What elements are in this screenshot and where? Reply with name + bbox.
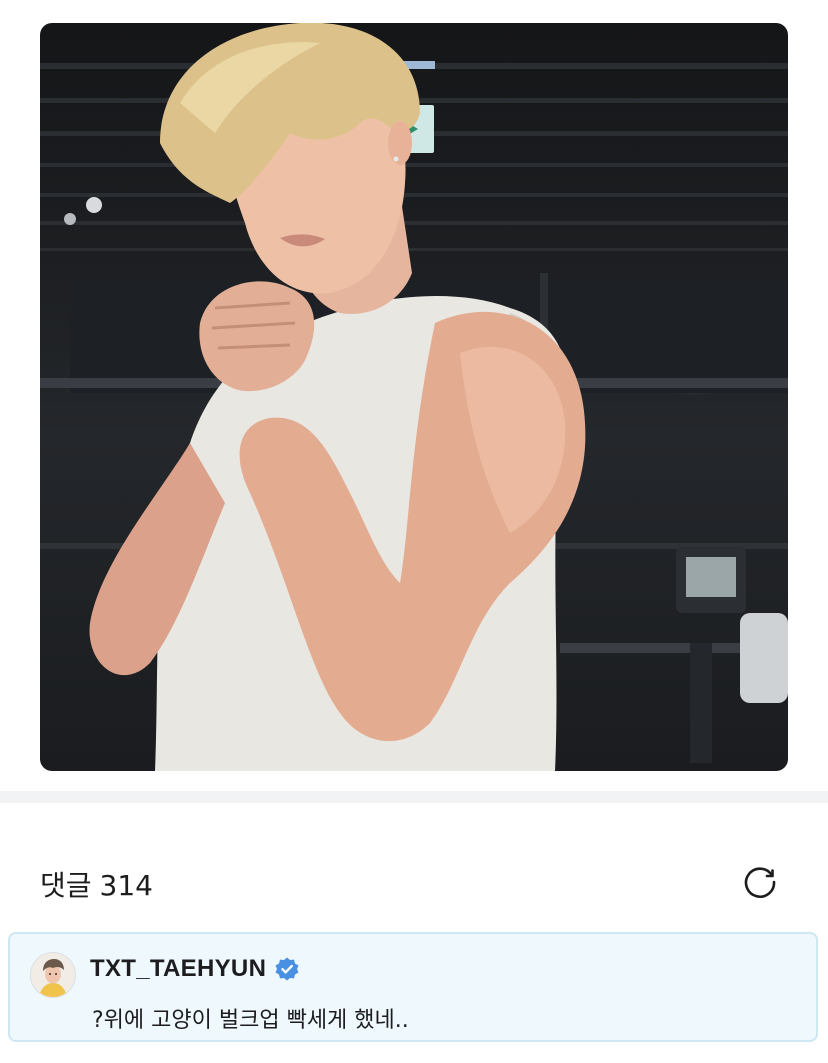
comment-author-row: TXT_TAEHYUN bbox=[90, 954, 300, 984]
comments-label: 댓글 bbox=[40, 869, 92, 902]
post-photo[interactable] bbox=[40, 23, 788, 771]
post-photo-illustration bbox=[40, 23, 788, 771]
comments-title: 댓글 314 bbox=[40, 864, 153, 904]
avatar[interactable] bbox=[30, 952, 76, 998]
comments-header: 댓글 314 bbox=[40, 860, 788, 902]
highlighted-comment-card[interactable]: TXT_TAEHYUN ?위에 고양이 벌크업 빡세게 했네.. bbox=[8, 932, 818, 1042]
comments-count: 314 bbox=[99, 869, 153, 902]
comment-text: ?위에 고양이 벌크업 빡세게 했네.. bbox=[92, 1008, 409, 1033]
refresh-button[interactable] bbox=[740, 860, 780, 900]
avatar-illustration bbox=[31, 953, 75, 997]
comment-author-name[interactable]: TXT_TAEHYUN bbox=[90, 955, 266, 983]
verified-badge-icon bbox=[275, 957, 299, 981]
section-divider bbox=[0, 791, 828, 803]
refresh-icon bbox=[744, 867, 776, 898]
